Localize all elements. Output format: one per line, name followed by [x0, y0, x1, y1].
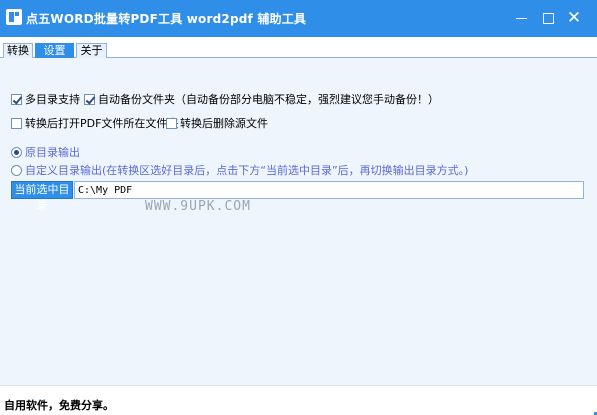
status-text: 自用软件，免费分享。: [4, 399, 114, 412]
output-custom-radio[interactable]: [11, 164, 22, 176]
output-custom-label: 自定义目录输出(在转换区选好目录后，点击下方“当前选中目录”后，再切换输出目录方…: [25, 164, 469, 177]
multi-dir-checkbox[interactable]: [11, 93, 22, 105]
status-bar: 自用软件，免费分享。: [0, 385, 597, 415]
window-title: 点五WORD批量转PDF工具 word2pdf 辅助工具: [26, 12, 307, 26]
output-dir-input[interactable]: [74, 181, 584, 199]
tab-bar: 转换 设置 关于: [0, 37, 597, 58]
delete-source-label: 转换后删除源文件: [180, 117, 268, 130]
output-original-option[interactable]: 原目录输出: [11, 144, 80, 160]
open-folder-checkbox[interactable]: [11, 117, 22, 129]
maximize-icon: [542, 13, 554, 24]
multi-dir-option[interactable]: 多目录支持: [11, 91, 80, 107]
auto-backup-option[interactable]: 自动备份文件夹（自动备份部分电脑不稳定，强烈建议您手动备份！）: [84, 91, 439, 107]
title-bar: 点五WORD批量转PDF工具 word2pdf 辅助工具 ✕: [0, 0, 597, 37]
tab-settings[interactable]: 设置: [35, 43, 74, 58]
output-original-radio[interactable]: [11, 146, 22, 158]
tab-about[interactable]: 关于: [76, 43, 107, 58]
tab-convert[interactable]: 转换: [3, 43, 33, 58]
output-original-label: 原目录输出: [25, 146, 80, 159]
app-logo-icon: [6, 9, 22, 25]
open-folder-option[interactable]: 转换后打开PDF文件所在文件夹: [11, 115, 178, 131]
minimize-icon: [515, 18, 527, 19]
delete-source-checkbox[interactable]: [166, 117, 177, 129]
multi-dir-label: 多目录支持: [25, 93, 80, 106]
delete-source-option[interactable]: 转换后删除源文件: [166, 115, 268, 131]
auto-backup-label: 自动备份文件夹（自动备份部分电脑不稳定，强烈建议您手动备份！）: [98, 93, 439, 106]
close-icon: ✕: [566, 8, 582, 28]
close-button[interactable]: ✕: [562, 7, 586, 29]
minimize-button[interactable]: [509, 7, 533, 29]
settings-panel: 多目录支持 自动备份文件夹（自动备份部分电脑不稳定，强烈建议您手动备份！） 转换…: [0, 58, 597, 385]
watermark-text: WWW.9UPK.COM: [145, 199, 251, 214]
maximize-button[interactable]: [536, 7, 560, 29]
output-custom-option[interactable]: 自定义目录输出(在转换区选好目录后，点击下方“当前选中目录”后，再切换输出目录方…: [11, 162, 468, 178]
open-folder-label: 转换后打开PDF文件所在文件夹: [25, 117, 179, 130]
current-dir-button[interactable]: 当前选中目录: [11, 181, 73, 212]
auto-backup-checkbox[interactable]: [84, 93, 95, 105]
